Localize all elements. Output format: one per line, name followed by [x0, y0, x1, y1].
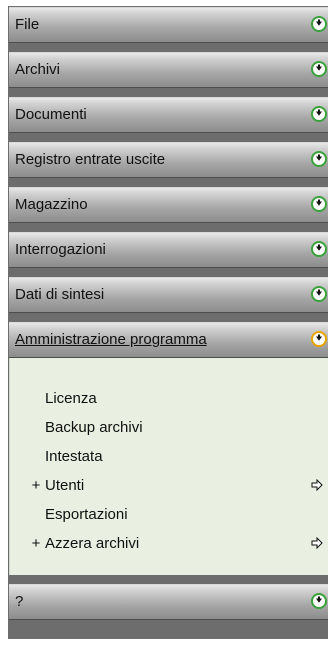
expanded-down-icon — [311, 331, 327, 347]
submenu-item-label: Azzera archivi — [45, 535, 140, 552]
menu-header-label: Interrogazioni — [15, 241, 106, 258]
expand-down-icon — [311, 241, 327, 257]
menu-header-amministrazione-programma[interactable]: Amministrazione programma — [9, 322, 328, 358]
expand-down-icon — [311, 286, 327, 302]
plus-prefix: + — [31, 535, 41, 552]
expand-down-icon — [311, 196, 327, 212]
submenu-item-licenza[interactable]: Licenza — [10, 384, 328, 413]
menu-header-label: File — [15, 16, 40, 33]
menu-header-label: Dati di sintesi — [15, 286, 105, 303]
menu-header-label: Magazzino — [15, 196, 88, 213]
submenu-item-backup-archivi[interactable]: Backup archivi — [10, 413, 328, 442]
expand-down-icon — [311, 61, 327, 77]
menu-header-magazzino[interactable]: Magazzino — [9, 187, 328, 223]
menu-header-label: Archivi — [15, 61, 61, 78]
sidebar-menu: File Archivi Documenti Registro entrate … — [8, 6, 328, 639]
right-arrow-icon — [311, 479, 323, 491]
menu-header-dati-di-sintesi[interactable]: Dati di sintesi — [9, 277, 328, 313]
menu-header-label: ? — [15, 593, 24, 610]
submenu-item-esportazioni[interactable]: Esportazioni — [10, 500, 328, 529]
expand-down-icon — [311, 106, 327, 122]
submenu-item-label: Backup archivi — [45, 419, 143, 436]
expand-down-icon — [311, 151, 327, 167]
menu-header-label: Registro entrate uscite — [15, 151, 166, 168]
expand-down-icon — [311, 593, 327, 609]
menu-header-archivi[interactable]: Archivi — [9, 52, 328, 88]
submenu-item-intestata[interactable]: Intestata — [10, 442, 328, 471]
menu-header-label: Documenti — [15, 106, 87, 123]
submenu-item-label: Licenza — [45, 390, 97, 407]
menu-header-label: Amministrazione programma — [15, 331, 207, 348]
expanded-submenu-panel: Licenza Backup archivi Intestata + Utent… — [9, 358, 328, 575]
expand-down-icon — [311, 16, 327, 32]
submenu-item-label: Esportazioni — [45, 506, 128, 523]
submenu-item-utenti[interactable]: + Utenti — [10, 471, 328, 500]
menu-header-interrogazioni[interactable]: Interrogazioni — [9, 232, 328, 268]
menu-header-file[interactable]: File — [9, 7, 328, 43]
submenu-item-label: Intestata — [45, 448, 103, 465]
submenu-item-label: Utenti — [45, 477, 85, 494]
plus-prefix: + — [31, 477, 41, 494]
menu-header-documenti[interactable]: Documenti — [9, 97, 328, 133]
menu-header-registro-entrate-uscite[interactable]: Registro entrate uscite — [9, 142, 328, 178]
menu-header-help[interactable]: ? — [9, 584, 328, 620]
right-arrow-icon — [311, 537, 323, 549]
submenu-item-azzera-archivi[interactable]: + Azzera archivi — [10, 529, 328, 558]
